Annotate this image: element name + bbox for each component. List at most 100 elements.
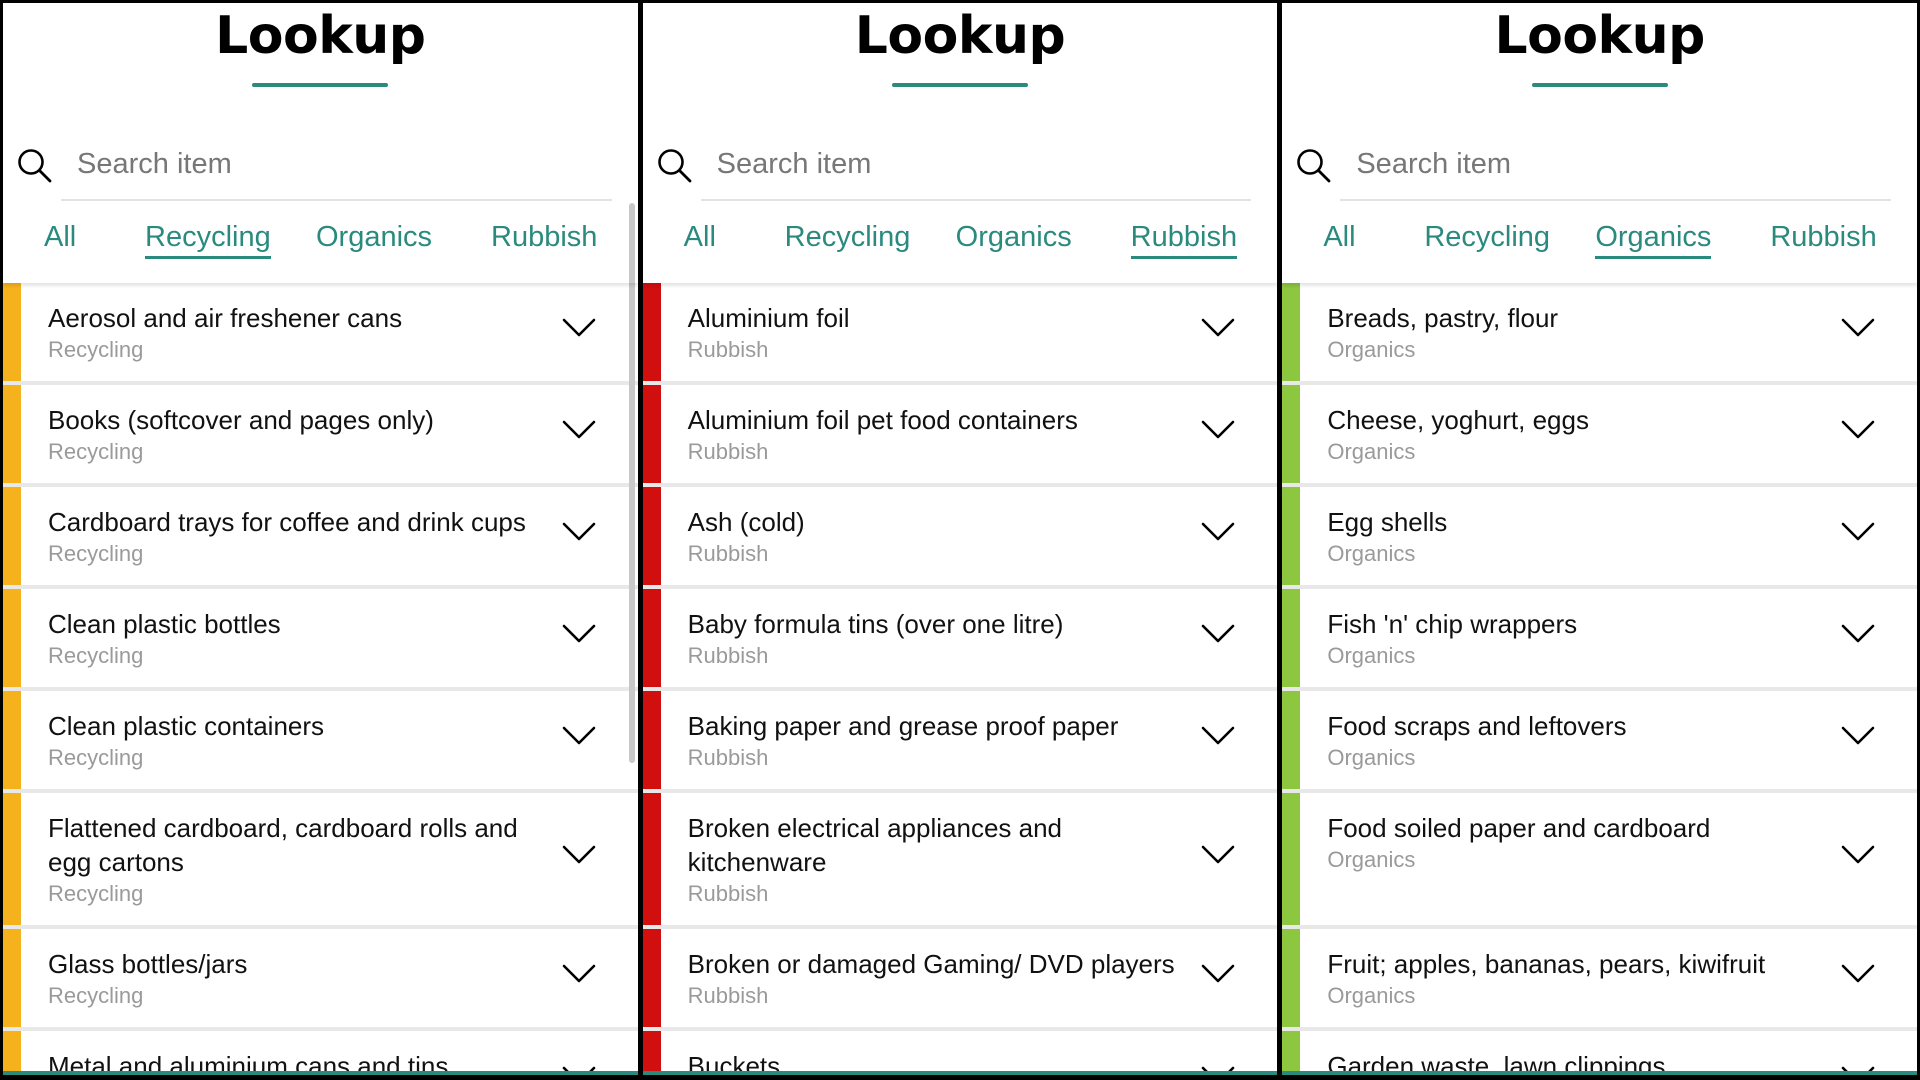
- list-item[interactable]: BucketsRubbish: [642, 1031, 1278, 1075]
- item-category: Rubbish: [687, 643, 769, 668]
- item-name: Books (softcover and pages only): [48, 405, 434, 435]
- tab-all[interactable]: All: [684, 221, 716, 256]
- list-item[interactable]: Broken electrical appliances and kitchen…: [642, 793, 1278, 929]
- search-input[interactable]: [696, 141, 1217, 187]
- chevron-down-icon[interactable]: [1841, 726, 1875, 746]
- chevron-down-icon[interactable]: [562, 726, 596, 746]
- chevron-down-icon[interactable]: [1841, 624, 1875, 644]
- tab-organics[interactable]: Organics: [956, 221, 1072, 256]
- chevron-down-icon[interactable]: [1841, 522, 1875, 542]
- tab-rubbish[interactable]: Rubbish: [491, 221, 597, 256]
- item-category: Organics: [1327, 439, 1416, 464]
- chevron-down-icon[interactable]: [562, 845, 596, 865]
- chevron-down-icon[interactable]: [562, 522, 596, 542]
- item-text: Baby formula tins (over one litre) Rubbis…: [688, 607, 1188, 671]
- list-item[interactable]: Food scraps and leftovers Organics: [1282, 691, 1918, 793]
- search-bar: [3, 101, 638, 201]
- category-color-bar: [3, 929, 21, 1027]
- list-item[interactable]: Ash (cold) Rubbish: [642, 487, 1278, 589]
- chevron-down-icon[interactable]: [1201, 318, 1235, 338]
- list-item[interactable]: Broken or damaged Gaming/ DVD players Rub…: [642, 929, 1278, 1031]
- chevron-down-icon[interactable]: [562, 420, 596, 440]
- tab-recycling[interactable]: Recycling: [145, 221, 271, 259]
- tab-all[interactable]: All: [44, 221, 76, 256]
- chevron-down-icon[interactable]: [562, 1066, 596, 1075]
- list-item[interactable]: Baking paper and grease proof paper Rubbi…: [642, 691, 1278, 793]
- list-item[interactable]: Flattened cardboard, cardboard rolls and…: [3, 793, 638, 929]
- item-category: Recycling: [48, 983, 144, 1008]
- search-icon[interactable]: [16, 147, 54, 185]
- list-item[interactable]: Clean plastic containers Recycling: [3, 691, 638, 793]
- category-color-bar: [642, 793, 661, 925]
- list-item[interactable]: Aluminium foil Rubbish: [642, 283, 1278, 385]
- list-item[interactable]: Breads, pastry, flour Organics: [1282, 283, 1918, 385]
- tab-organics[interactable]: Organics: [316, 221, 432, 256]
- scrollbar[interactable]: [628, 203, 635, 763]
- item-name: Broken or damaged Gaming/ DVD players: [687, 949, 1175, 979]
- page-title: Lookup: [1494, 6, 1705, 66]
- chevron-down-icon[interactable]: [1841, 1066, 1875, 1075]
- list-item[interactable]: Baby formula tins (over one litre) Rubbis…: [642, 589, 1278, 691]
- search-icon[interactable]: [656, 147, 694, 185]
- search-input[interactable]: [57, 141, 577, 187]
- chevron-down-icon[interactable]: [1201, 522, 1235, 542]
- chevron-down-icon[interactable]: [1841, 964, 1875, 984]
- item-name: Cardboard trays for coffee and drink cup…: [48, 507, 526, 537]
- item-text: Cheese, yoghurt, eggs Organics: [1327, 403, 1827, 467]
- list-item[interactable]: Food soiled paper and cardboard Organics: [1282, 793, 1918, 929]
- item-text: Fruit; apples, bananas, pears, kiwifruit…: [1327, 947, 1827, 1011]
- chevron-down-icon[interactable]: [1841, 318, 1875, 338]
- item-name: Garden waste, lawn clippings: [1327, 1051, 1666, 1075]
- list-item[interactable]: Books (softcover and pages only) Recyclin…: [3, 385, 638, 487]
- list-item[interactable]: Cheese, yoghurt, eggs Organics: [1282, 385, 1918, 487]
- list-item[interactable]: Cardboard trays for coffee and drink cup…: [3, 487, 638, 589]
- item-name: Baking paper and grease proof paper: [687, 711, 1119, 741]
- list-item[interactable]: Egg shells Organics: [1282, 487, 1918, 589]
- search-icon[interactable]: [1295, 147, 1333, 185]
- item-name: Fish 'n' chip wrappers: [1327, 609, 1578, 639]
- list-item[interactable]: Glass bottles/jars Recycling: [3, 929, 638, 1031]
- category-color-bar: [642, 385, 661, 483]
- item-text: Broken or damaged Gaming/ DVD players Rub…: [688, 947, 1188, 1011]
- chevron-down-icon[interactable]: [1201, 964, 1235, 984]
- item-text: Books (softcover and pages only) Recyclin…: [48, 403, 548, 467]
- panels-container: Lookup All Recycling Organics Rubbish Ae…: [0, 0, 1920, 1080]
- list-item[interactable]: Garden waste, lawn clippingsOrganics: [1282, 1031, 1917, 1075]
- item-name: Glass bottles/jars: [48, 949, 248, 979]
- list-item[interactable]: Aerosol and air freshener cans Recycling: [3, 283, 638, 385]
- chevron-down-icon[interactable]: [1841, 420, 1875, 440]
- item-text: Broken electrical appliances and kitchen…: [688, 811, 1188, 909]
- page-title: Lookup: [215, 6, 426, 66]
- tab-all[interactable]: All: [1323, 221, 1355, 256]
- chevron-down-icon[interactable]: [1201, 420, 1235, 440]
- chevron-down-icon[interactable]: [562, 318, 596, 338]
- item-category: Rubbish: [687, 745, 769, 770]
- tab-rubbish[interactable]: Rubbish: [1130, 221, 1238, 259]
- item-name: Broken electrical appliances and kitchen…: [687, 813, 1063, 877]
- lookup-panel-recycling: Lookup All Recycling Organics Rubbish Ae…: [3, 3, 638, 1075]
- item-text: Clean plastic bottles Recycling: [48, 607, 548, 671]
- tab-rubbish[interactable]: Rubbish: [1770, 221, 1876, 256]
- list-item[interactable]: Fish 'n' chip wrappers Organics: [1282, 589, 1918, 691]
- list-item[interactable]: Fruit; apples, bananas, pears, kiwifruit…: [1282, 929, 1918, 1031]
- item-text: Food scraps and leftovers Organics: [1327, 709, 1827, 773]
- category-color-bar: [3, 1031, 21, 1071]
- chevron-down-icon[interactable]: [562, 964, 596, 984]
- tab-organics[interactable]: Organics: [1595, 221, 1712, 259]
- list-item[interactable]: Clean plastic bottles Recycling: [3, 589, 638, 691]
- item-text: Fish 'n' chip wrappers Organics: [1327, 607, 1827, 671]
- chevron-down-icon[interactable]: [1201, 624, 1235, 644]
- item-category: Rubbish: [687, 337, 769, 362]
- item-category: Recycling: [48, 745, 144, 770]
- search-input[interactable]: [1336, 141, 1857, 187]
- chevron-down-icon[interactable]: [562, 624, 596, 644]
- tab-recycling[interactable]: Recycling: [1424, 221, 1550, 256]
- chevron-down-icon[interactable]: [1201, 845, 1235, 865]
- item-name: Metal and aluminium cans and tins: [48, 1051, 449, 1075]
- chevron-down-icon[interactable]: [1841, 845, 1875, 865]
- chevron-down-icon[interactable]: [1201, 726, 1235, 746]
- list-item[interactable]: Aluminium foil pet food containers Rubbis…: [642, 385, 1278, 487]
- tab-recycling[interactable]: Recycling: [785, 221, 911, 256]
- list-item[interactable]: Metal and aluminium cans and tinsRecycli…: [3, 1031, 638, 1075]
- chevron-down-icon[interactable]: [1201, 1066, 1235, 1075]
